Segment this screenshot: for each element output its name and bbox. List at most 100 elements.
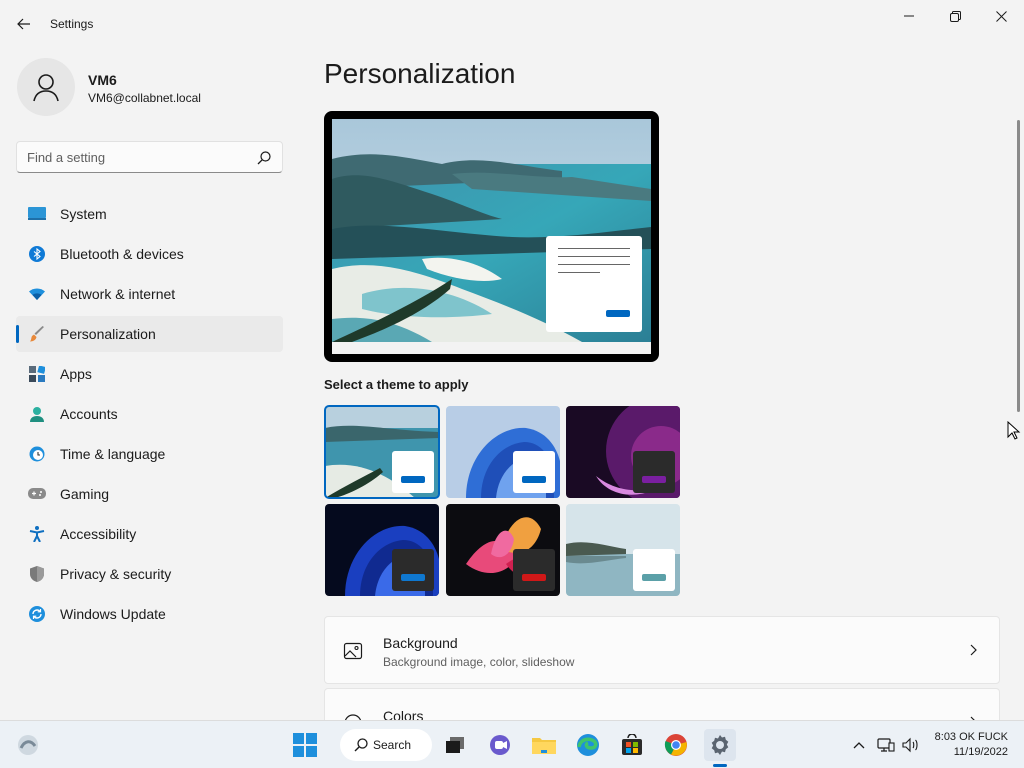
volume-tray-button[interactable] — [901, 735, 921, 755]
taskbar-search[interactable]: Search — [340, 729, 432, 761]
sidebar-item-label: System — [60, 206, 107, 222]
accessibility-icon — [28, 525, 46, 543]
sidebar-item-label: Network & internet — [60, 286, 176, 302]
chrome-button[interactable] — [660, 729, 692, 761]
sidebar-item-accessibility[interactable]: Accessibility — [16, 516, 283, 552]
paintbrush-icon — [28, 325, 46, 343]
page-title: Personalization — [324, 58, 516, 89]
sidebar-item-time-language[interactable]: Time & language — [16, 436, 283, 472]
bluetooth-icon — [28, 245, 46, 263]
search-box[interactable] — [16, 141, 283, 173]
clock-date: 11/19/2022 — [953, 746, 1008, 758]
apps-icon — [28, 365, 46, 383]
clock-globe-icon — [28, 445, 46, 463]
search-icon[interactable] — [256, 150, 272, 166]
wifi-icon — [28, 285, 46, 303]
active-app-indicator — [713, 764, 727, 767]
taskbar-search-label: Search — [373, 738, 412, 752]
user-email: VM6@collabnet.local — [88, 91, 201, 105]
file-explorer-button[interactable] — [528, 729, 560, 761]
system-icon — [28, 205, 46, 223]
sidebar-item-personalization[interactable]: Personalization — [16, 316, 283, 352]
sidebar-item-windows-update[interactable]: Windows Update — [16, 596, 283, 632]
close-icon — [995, 10, 1007, 22]
sidebar-nav: System Bluetooth & devices Network & int… — [16, 196, 283, 636]
widgets-button[interactable] — [12, 729, 44, 761]
theme-1[interactable] — [324, 405, 440, 499]
sidebar-item-label: Apps — [60, 366, 92, 382]
widgets-icon — [18, 735, 38, 755]
teams-chat-button[interactable] — [484, 729, 516, 761]
chat-icon — [490, 735, 510, 755]
sidebar-item-network[interactable]: Network & internet — [16, 276, 283, 312]
edge-button[interactable] — [572, 729, 604, 761]
sidebar-item-label: Windows Update — [60, 606, 166, 622]
back-arrow-icon — [17, 18, 30, 30]
sidebar-item-bluetooth[interactable]: Bluetooth & devices — [16, 236, 283, 272]
back-button[interactable] — [12, 12, 36, 36]
sidebar-item-label: Personalization — [60, 326, 156, 342]
scrollbar[interactable] — [1017, 120, 1020, 412]
restore-icon — [949, 10, 961, 22]
network-tray-button[interactable] — [876, 735, 896, 755]
taskbar: Search 8:03 OK FUCK 11/19/2022 — [0, 720, 1024, 768]
card-title: Background — [383, 635, 458, 651]
theme-2[interactable] — [446, 406, 560, 498]
sidebar-item-privacy[interactable]: Privacy & security — [16, 556, 283, 592]
theme-preview — [324, 111, 659, 362]
theme-6[interactable] — [566, 504, 680, 596]
task-view-icon — [446, 737, 464, 753]
sidebar-item-label: Accessibility — [60, 526, 137, 542]
start-button[interactable] — [289, 729, 321, 761]
settings-taskbar-button[interactable] — [704, 729, 736, 761]
store-button[interactable] — [616, 729, 648, 761]
app-title: Settings — [50, 17, 94, 31]
clock-time: 8:03 OK FUCK — [934, 731, 1008, 743]
preview-button — [606, 310, 630, 317]
edge-browser-icon — [577, 734, 599, 756]
mouse-cursor-icon — [1007, 421, 1021, 440]
person-icon — [33, 74, 59, 102]
sidebar-item-apps[interactable]: Apps — [16, 356, 283, 392]
minimize-icon — [904, 15, 914, 17]
avatar[interactable] — [17, 58, 75, 116]
gear-icon — [711, 735, 729, 755]
chevron-up-icon — [853, 742, 865, 749]
show-hidden-icons-button[interactable] — [849, 735, 869, 755]
sidebar-item-label: Accounts — [60, 406, 118, 422]
search-icon — [354, 738, 368, 752]
chrome-browser-icon — [664, 734, 687, 756]
update-icon — [28, 605, 46, 623]
sidebar-item-label: Gaming — [60, 486, 110, 502]
sidebar-item-system[interactable]: System — [16, 196, 283, 232]
speaker-icon — [902, 737, 918, 753]
preview-wallpaper — [332, 119, 651, 342]
user-name: VM6 — [88, 72, 117, 88]
sidebar-item-gaming[interactable]: Gaming — [16, 476, 283, 512]
restore-button[interactable] — [932, 0, 978, 32]
sidebar-item-label: Time & language — [60, 446, 166, 462]
preview-taskbar — [332, 342, 651, 354]
theme-4[interactable] — [325, 504, 439, 596]
title-bar: Settings — [0, 0, 1024, 48]
close-button[interactable] — [978, 0, 1024, 32]
clock[interactable]: 8:03 OK FUCK 11/19/2022 — [935, 730, 1008, 760]
background-card[interactable]: Background Background image, color, slid… — [324, 616, 1000, 684]
sidebar-item-label: Privacy & security — [60, 566, 172, 582]
person-icon — [28, 405, 46, 423]
shield-icon — [28, 565, 46, 583]
search-input[interactable] — [27, 148, 247, 166]
folder-icon — [532, 738, 556, 754]
windows-logo-icon — [293, 733, 317, 757]
chevron-right-icon — [970, 644, 977, 656]
theme-3[interactable] — [566, 406, 680, 498]
image-icon — [343, 642, 363, 660]
preview-window — [546, 236, 642, 332]
minimize-button[interactable] — [886, 0, 932, 32]
task-view-button[interactable] — [439, 729, 471, 761]
sidebar-item-accounts[interactable]: Accounts — [16, 396, 283, 432]
theme-5[interactable] — [446, 504, 560, 596]
network-icon — [877, 738, 895, 752]
card-subtitle: Background image, color, slideshow — [383, 655, 575, 669]
theme-section-label: Select a theme to apply — [324, 377, 469, 392]
